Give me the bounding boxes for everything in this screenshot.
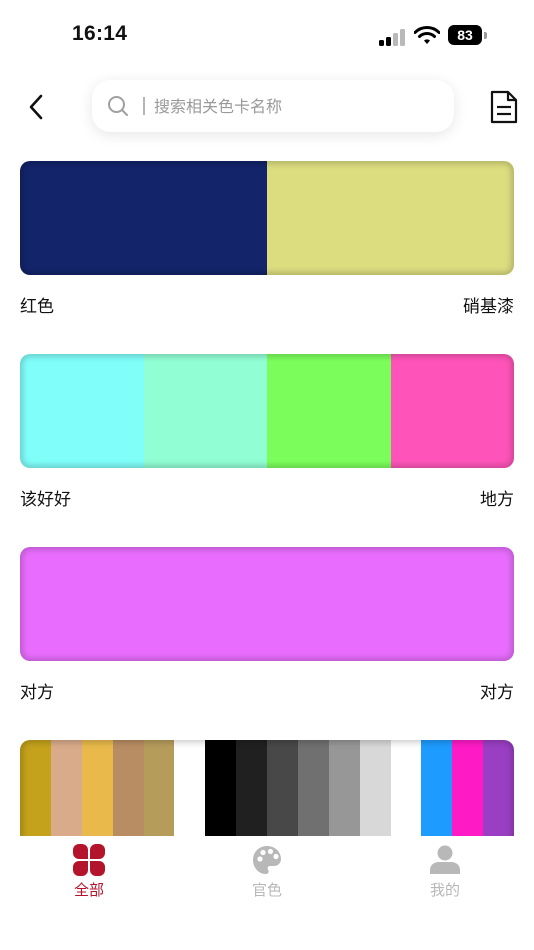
color-swatch: [20, 354, 144, 468]
color-swatch: [143, 354, 267, 468]
color-swatch: [20, 161, 267, 275]
user-icon: [430, 845, 460, 874]
wifi-icon: [414, 26, 440, 44]
tab-all[interactable]: 全部: [29, 836, 149, 916]
cellular-signal-icon: [379, 28, 407, 46]
palette-right-label: 对方: [480, 683, 514, 703]
palette-card[interactable]: [20, 161, 514, 275]
clover-grid-icon: [73, 844, 105, 876]
palette-right-label: 硝基漆: [463, 297, 514, 317]
tab-label: 我的: [429, 881, 460, 899]
palette-card[interactable]: [20, 354, 514, 468]
color-swatch: [20, 547, 514, 661]
status-time: 16:14: [72, 22, 128, 45]
tab-official-colors[interactable]: 官色: [207, 836, 327, 916]
palette-icon: [253, 846, 281, 874]
tab-label: 官色: [251, 881, 282, 899]
palette-left-label: 红色: [20, 297, 54, 317]
battery-icon: 83: [448, 25, 488, 45]
palette-card[interactable]: [20, 547, 514, 661]
search-icon: [108, 96, 128, 116]
palette-right-label: 地方: [480, 490, 514, 510]
status-bar: 16:14 83: [0, 0, 534, 70]
palette-left-label: 对方: [20, 683, 54, 703]
search-divider: [143, 97, 145, 115]
palette-left-label: 该好好: [20, 490, 71, 510]
chevron-left-icon: [29, 94, 43, 120]
document-button[interactable]: [489, 90, 519, 124]
search-box[interactable]: [92, 80, 454, 132]
battery-level: 83: [448, 25, 482, 45]
search-input[interactable]: [154, 88, 439, 124]
tab-label: 全部: [73, 881, 104, 899]
color-swatch: [390, 354, 514, 468]
color-swatch: [267, 354, 391, 468]
tab-bar: 全部 官色 我的: [0, 836, 534, 950]
back-button[interactable]: [22, 92, 50, 122]
document-icon: [490, 90, 518, 124]
tab-mine[interactable]: 我的: [385, 836, 505, 916]
color-swatch: [267, 161, 514, 275]
